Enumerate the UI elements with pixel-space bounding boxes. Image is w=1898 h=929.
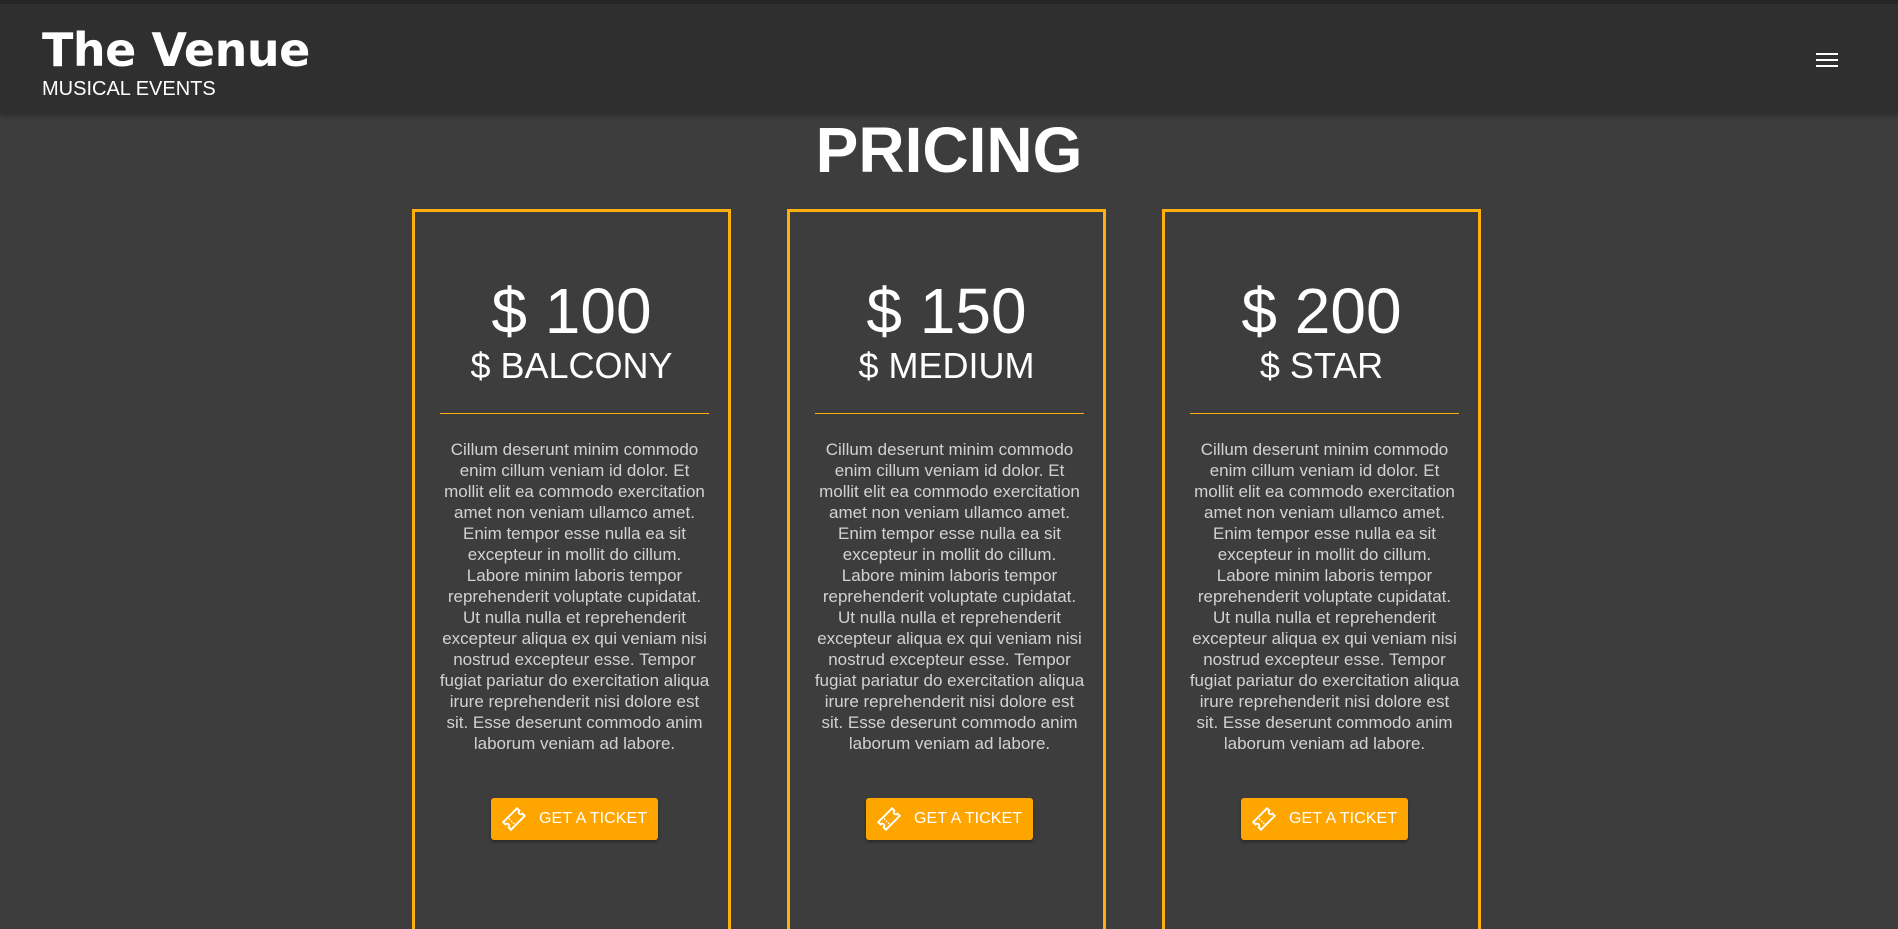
card-description: Cillum deserunt minim commodo enim cillu…: [439, 440, 710, 753]
menu-bar: [1816, 59, 1838, 61]
get-ticket-label: GET A TICKET: [1289, 810, 1398, 827]
card-divider: [815, 413, 1084, 414]
card-price: $ 200: [1241, 275, 1402, 347]
site-subtitle: MUSICAL EVENTS: [42, 78, 216, 100]
card-description: Cillum deserunt minim commodo enim cillu…: [1189, 440, 1460, 753]
menu-bar: [1816, 53, 1838, 55]
card-tier: $ MEDIUM: [858, 345, 1035, 386]
card-price: $ 100: [491, 275, 652, 347]
ticket-icon: [1251, 806, 1277, 832]
brand[interactable]: The Venue MUSICAL EVENTS: [42, 22, 310, 100]
card-tier: $ BALCONY: [470, 345, 673, 386]
get-ticket-button[interactable]: GET A TICKET: [491, 798, 658, 840]
site-header: The Venue MUSICAL EVENTS: [0, 4, 1898, 114]
ticket-icon: [876, 806, 902, 832]
card-tier: $ STAR: [1259, 345, 1384, 386]
card-description: Cillum deserunt minim commodo enim cillu…: [814, 440, 1085, 753]
pricing-card-star: $ 200 $ STAR Cillum deserunt minim commo…: [1162, 209, 1481, 929]
card-divider: [1190, 413, 1459, 414]
get-ticket-button[interactable]: GET A TICKET: [866, 798, 1033, 840]
page-title: PRICING: [815, 114, 1083, 186]
hamburger-menu-icon[interactable]: [1814, 48, 1840, 70]
pricing-card-balcony: $ 100 $ BALCONY Cillum deserunt minim co…: [412, 209, 731, 929]
menu-bar: [1816, 65, 1838, 67]
get-ticket-button[interactable]: GET A TICKET: [1241, 798, 1408, 840]
card-price: $ 150: [866, 275, 1027, 347]
card-divider: [440, 413, 709, 414]
get-ticket-label: GET A TICKET: [914, 810, 1023, 827]
get-ticket-label: GET A TICKET: [539, 810, 648, 827]
site-title[interactable]: The Venue: [42, 22, 310, 78]
ticket-icon: [501, 806, 527, 832]
pricing-card-medium: $ 150 $ MEDIUM Cillum deserunt minim com…: [787, 209, 1106, 929]
